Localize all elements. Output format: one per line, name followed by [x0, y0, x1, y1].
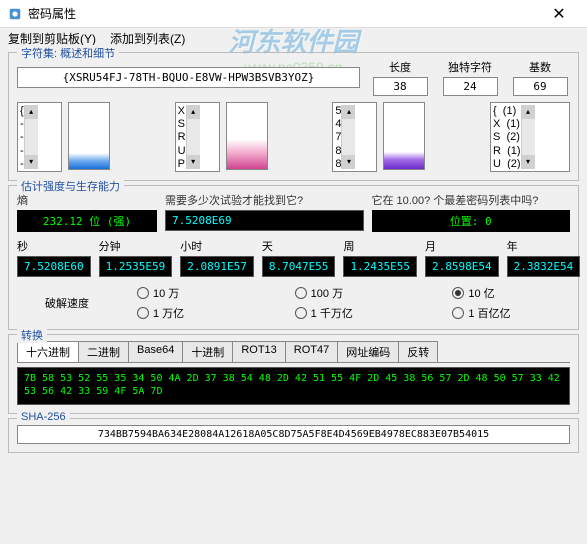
- scroll-down-icon[interactable]: ▾: [187, 155, 200, 169]
- time-label: 年: [507, 238, 581, 254]
- convert-legend: 转换: [17, 327, 47, 343]
- tab-1[interactable]: 二进制: [78, 341, 129, 362]
- tab-2[interactable]: Base64: [128, 341, 183, 362]
- window-title: 密码属性: [28, 5, 539, 22]
- time-value: 1.2535E59: [99, 256, 173, 277]
- time-value: 7.5208E60: [17, 256, 91, 277]
- scroll-down-icon[interactable]: ▾: [342, 155, 355, 169]
- time-value: 2.0891E57: [180, 256, 254, 277]
- time-label: 天: [262, 238, 336, 254]
- gradient-bar-3: [383, 102, 425, 170]
- charset-list-2[interactable]: X S R U P▴▾: [175, 102, 220, 172]
- speed-radio-5[interactable]: 1 百亿亿: [452, 305, 570, 321]
- menu-copy[interactable]: 复制到剪贴板(Y): [8, 30, 96, 47]
- close-button[interactable]: ✕: [539, 0, 579, 28]
- gradient-bar-2: [226, 102, 268, 170]
- tab-0[interactable]: 十六进制: [17, 341, 79, 362]
- scroll-up-icon[interactable]: ▴: [25, 105, 38, 119]
- menu-add[interactable]: 添加到列表(Z): [110, 30, 185, 47]
- scroll-up-icon[interactable]: ▴: [187, 105, 200, 119]
- gradient-bar-1: [68, 102, 110, 170]
- attempts-label: 需要多少次试验才能找到它?: [165, 192, 364, 208]
- worst-label: 它在 10.00? 个最差密码列表中吗?: [372, 192, 571, 208]
- unique-value: 24: [443, 77, 498, 96]
- base-label: 基数: [529, 59, 551, 75]
- convert-group: 转换 十六进制二进制Base64十进制ROT13ROT47网址编码反转 7B 5…: [8, 334, 579, 414]
- tab-5[interactable]: ROT47: [285, 341, 338, 362]
- entropy-value: 232.12 位 (强): [17, 210, 157, 232]
- time-value: 1.2435E55: [343, 256, 417, 277]
- strength-group: 估计强度与生存能力 熵232.12 位 (强) 需要多少次试验才能找到它?7.5…: [8, 185, 579, 330]
- time-value: 8.7047E55: [262, 256, 336, 277]
- attempts-value: 7.5208E69: [165, 210, 364, 231]
- charset-legend: 字符集: 概述和细节: [17, 45, 119, 61]
- sha-group: SHA-256 734BB7594BA634E28084A12618A05C8D…: [8, 418, 579, 453]
- charset-list-3[interactable]: 5 4 7 8 8▴▾: [332, 102, 377, 172]
- time-label: 秒: [17, 238, 91, 254]
- tab-3[interactable]: 十进制: [182, 341, 233, 362]
- worst-value: 位置: 0: [372, 210, 571, 232]
- base-value: 69: [513, 77, 568, 96]
- hex-output[interactable]: 7B 58 53 52 55 35 34 50 4A 2D 37 38 54 4…: [17, 367, 570, 405]
- length-value: 38: [373, 77, 428, 96]
- speed-radio-0[interactable]: 10 万: [137, 285, 255, 301]
- strength-legend: 估计强度与生存能力: [17, 178, 124, 194]
- tab-6[interactable]: 网址编码: [337, 341, 399, 362]
- speed-radio-2[interactable]: 10 亿: [452, 285, 570, 301]
- app-icon: [8, 7, 22, 21]
- length-label: 长度: [389, 59, 411, 75]
- password-display[interactable]: {XSRU54FJ-78TH-BQUO-E8VW-HPW3BSVB3YOZ}: [17, 67, 360, 88]
- charset-list-1[interactable]: { - - - - }▴▾: [17, 102, 62, 172]
- charset-list-4[interactable]: { (1) X (1) S (2) R (1) U (2)▴▾: [490, 102, 570, 172]
- sha-legend: SHA-256: [17, 411, 70, 423]
- unique-label: 独特字符: [448, 59, 492, 75]
- time-label: 小时: [180, 238, 254, 254]
- scroll-down-icon[interactable]: ▾: [522, 155, 535, 169]
- time-value: 2.8598E54: [425, 256, 499, 277]
- sha-value[interactable]: 734BB7594BA634E28084A12618A05C8D75A5F8E4…: [17, 425, 570, 444]
- tab-4[interactable]: ROT13: [232, 341, 285, 362]
- speed-radio-3[interactable]: 1 万亿: [137, 305, 255, 321]
- speed-radio-4[interactable]: 1 千万亿: [295, 305, 413, 321]
- speed-radio-1[interactable]: 100 万: [295, 285, 413, 301]
- scroll-up-icon[interactable]: ▴: [522, 105, 535, 119]
- charset-group: 字符集: 概述和细节 {XSRU54FJ-78TH-BQUO-E8VW-HPW3…: [8, 52, 579, 181]
- time-label: 周: [343, 238, 417, 254]
- time-label: 分钟: [99, 238, 173, 254]
- tab-7[interactable]: 反转: [398, 341, 438, 362]
- time-label: 月: [425, 238, 499, 254]
- entropy-label: 熵: [17, 192, 157, 208]
- scroll-down-icon[interactable]: ▾: [25, 155, 38, 169]
- speed-label: 破解速度: [17, 295, 117, 311]
- time-value: 2.3832E54: [507, 256, 581, 277]
- scroll-up-icon[interactable]: ▴: [342, 105, 355, 119]
